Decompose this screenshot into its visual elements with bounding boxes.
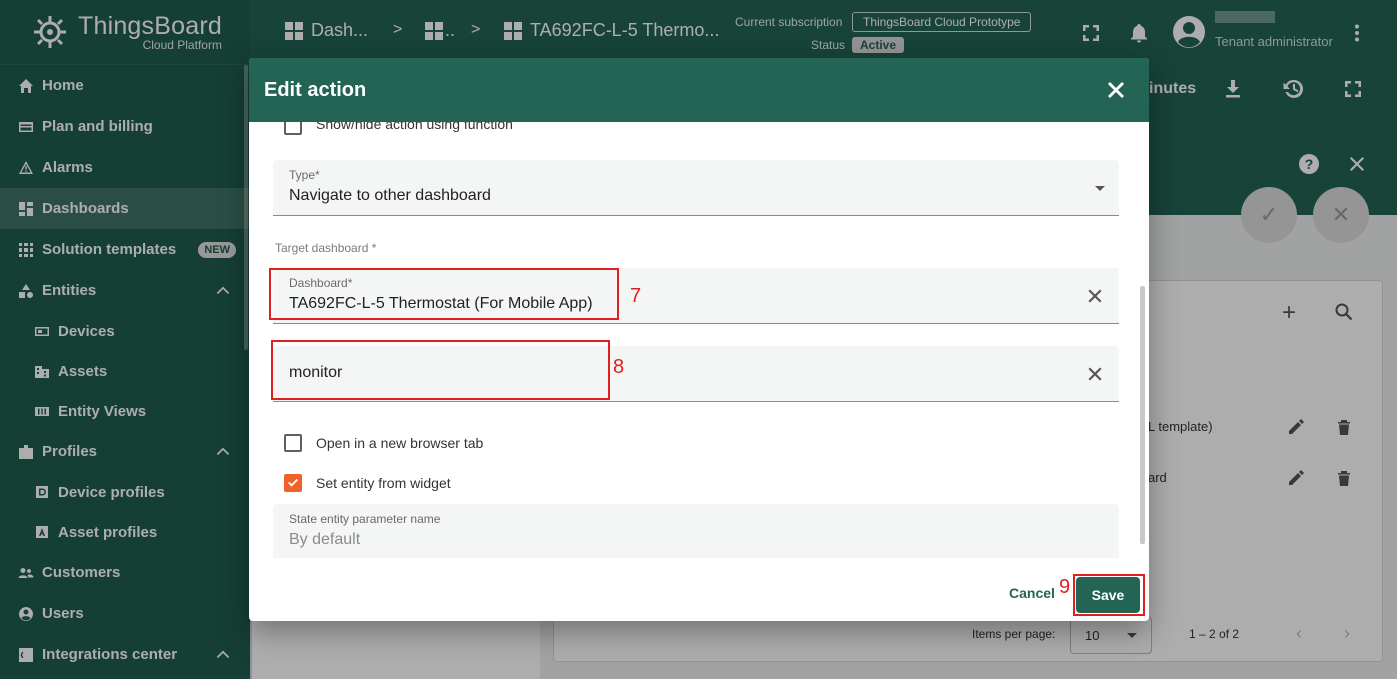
cancel-button[interactable]: Cancel — [1009, 585, 1055, 601]
dialog-header: Edit action — [249, 58, 1149, 122]
dialog-actions: Cancel 9 Save — [249, 558, 1149, 621]
highlight-box-8 — [271, 340, 610, 400]
set-entity-checkbox[interactable] — [284, 474, 302, 492]
dialog-content: Show/hide action using function Type* Na… — [249, 122, 1149, 558]
type-label: Type* — [289, 168, 320, 182]
chevron-down-icon — [1095, 186, 1105, 191]
clear-icon[interactable] — [1085, 286, 1105, 306]
check-icon — [288, 478, 298, 487]
clear-icon[interactable] — [1085, 364, 1105, 384]
highlight-box-7 — [269, 268, 619, 320]
state-entity-param-input[interactable]: State entity parameter name By default — [273, 504, 1119, 558]
close-icon[interactable] — [1103, 77, 1129, 103]
show-hide-checkbox[interactable] — [284, 122, 302, 135]
dialog-title: Edit action — [264, 78, 367, 101]
state-entity-param-label: State entity parameter name — [289, 512, 441, 526]
state-entity-param-placeholder: By default — [289, 531, 361, 548]
target-dashboard-label: Target dashboard * — [275, 241, 377, 255]
save-button[interactable]: Save — [1076, 577, 1140, 613]
dialog-scrollbar[interactable] — [1140, 286, 1145, 544]
open-new-tab-checkbox[interactable] — [284, 434, 302, 452]
type-select[interactable]: Type* Navigate to other dashboard — [273, 160, 1119, 216]
edit-action-dialog: Edit action Show/hide action using funct… — [249, 58, 1149, 621]
annotation-number-9: 9 — [1059, 576, 1071, 598]
open-new-tab-label: Open in a new browser tab — [316, 435, 484, 451]
set-entity-label: Set entity from widget — [316, 475, 451, 491]
annotation-number-8: 8 — [613, 356, 625, 378]
type-value: Navigate to other dashboard — [289, 187, 491, 204]
annotation-number-7: 7 — [630, 285, 642, 307]
show-hide-label: Show/hide action using function — [316, 122, 513, 132]
